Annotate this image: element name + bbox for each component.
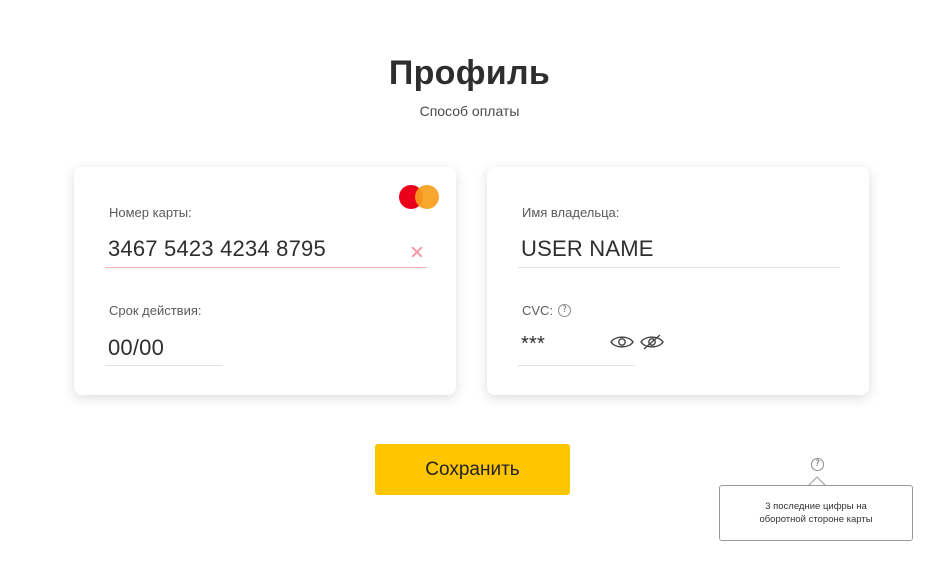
holder-name-input[interactable]: USER NAME <box>521 236 654 262</box>
eye-off-icon[interactable] <box>640 333 664 351</box>
cvc-label: CVC: <box>522 303 554 318</box>
profile-page: Профиль Способ оплаты Номер карты: 3467 … <box>0 0 939 567</box>
clear-icon[interactable] <box>410 245 424 259</box>
card-number-label: Номер карты: <box>109 205 192 220</box>
page-subtitle: Способ оплаты <box>419 103 520 119</box>
card-number-underline <box>105 267 427 268</box>
cvc-input[interactable]: *** <box>521 333 545 356</box>
expiry-underline <box>105 365 223 366</box>
page-title: Профиль <box>388 54 551 92</box>
cvc-tooltip: 3 последние цифры на оборотной стороне к… <box>719 485 913 541</box>
mastercard-logo-icon <box>399 185 439 209</box>
tooltip-help-icon[interactable]: ? <box>811 458 824 471</box>
expiry-label: Срок действия: <box>109 303 202 318</box>
holder-name-underline <box>518 267 840 268</box>
holder-name-label: Имя владельца: <box>522 205 620 220</box>
expiry-input[interactable]: 00/00 <box>108 335 164 361</box>
cvc-underline <box>518 365 635 366</box>
card-details-panel: Номер карты: 3467 5423 4234 8795 Срок де… <box>74 167 456 395</box>
save-button[interactable]: Сохранить <box>375 444 570 495</box>
mastercard-orange-circle <box>415 185 439 209</box>
card-number-input[interactable]: 3467 5423 4234 8795 <box>108 236 326 262</box>
tooltip-text: 3 последние цифры на оборотной стороне к… <box>759 501 873 525</box>
cvc-help-icon[interactable]: ? <box>558 304 571 317</box>
card-owner-panel: Имя владельца: USER NAME CVC: ? *** <box>487 167 869 395</box>
eye-icon[interactable] <box>610 334 634 350</box>
